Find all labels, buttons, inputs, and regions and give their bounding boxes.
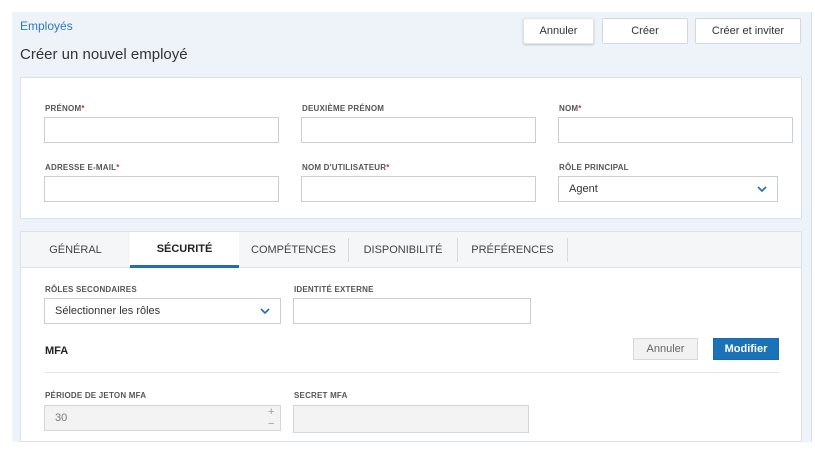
external-identity-label: IDENTITÉ EXTERNE (294, 285, 374, 294)
primary-role-select[interactable]: Agent (558, 176, 778, 202)
mfa-token-period-value: 30 (55, 412, 68, 424)
mfa-token-period-input[interactable]: 30 + − (44, 405, 281, 431)
tab-security[interactable]: SÉCURITÉ (130, 232, 239, 268)
tab-divider (567, 238, 568, 262)
page: Employés Créer un nouvel employé Annuler… (12, 12, 812, 442)
stepper-up-icon[interactable]: + (268, 406, 274, 418)
tab-bar: GÉNÉRAL SÉCURITÉ COMPÉTENCES DISPONIBILI… (21, 232, 801, 268)
username-input[interactable] (301, 176, 536, 202)
page-title: Créer un nouvel employé (20, 46, 188, 63)
middle-name-input[interactable] (301, 117, 536, 143)
secondary-roles-label: RÔLES SECONDAIRES (45, 285, 137, 294)
secondary-roles-select[interactable]: Sélectionner les rôles (44, 298, 281, 324)
mfa-cancel-button[interactable]: Annuler (633, 338, 698, 360)
number-stepper: + − (266, 406, 280, 432)
external-identity-input[interactable] (293, 298, 531, 324)
breadcrumb-employees[interactable]: Employés (20, 19, 73, 33)
mfa-section-title: MFA (45, 345, 69, 357)
secondary-roles-value: Sélectionner les rôles (55, 305, 161, 317)
chevron-down-icon (260, 308, 270, 315)
create-button[interactable]: Créer (602, 18, 688, 44)
cancel-button[interactable]: Annuler (523, 18, 594, 44)
first-name-input[interactable] (44, 117, 279, 143)
primary-role-label: RÔLE PRINCIPAL (559, 163, 629, 172)
mfa-secret-label: SECRET MFA (294, 391, 348, 400)
last-name-label: NOM* (559, 104, 582, 113)
email-label: ADRESSE E-MAIL* (45, 163, 120, 172)
primary-role-value: Agent (569, 183, 598, 195)
tab-skills[interactable]: COMPÉTENCES (239, 232, 348, 267)
first-name-label: PRÉNOM* (45, 104, 85, 113)
tab-availability[interactable]: DISPONIBILITÉ (349, 232, 457, 267)
tab-general[interactable]: GÉNÉRAL (21, 232, 130, 267)
create-and-invite-button[interactable]: Créer et inviter (695, 18, 801, 44)
section-divider (45, 372, 779, 373)
details-card: GÉNÉRAL SÉCURITÉ COMPÉTENCES DISPONIBILI… (20, 231, 802, 442)
last-name-input[interactable] (558, 117, 793, 143)
chevron-down-icon (757, 186, 767, 193)
mfa-token-period-label: PÉRIODE DE JETON MFA (45, 391, 147, 400)
username-label: NOM D'UTILISATEUR* (302, 163, 390, 172)
stepper-down-icon[interactable]: − (268, 418, 274, 430)
email-input[interactable] (44, 176, 279, 202)
employee-identity-card: PRÉNOM* DEUXIÈME PRÉNOM NOM* ADRESSE E-M… (20, 77, 802, 219)
middle-name-label: DEUXIÈME PRÉNOM (302, 104, 385, 113)
mfa-secret-input[interactable] (293, 405, 529, 433)
mfa-edit-button[interactable]: Modifier (713, 338, 779, 360)
tab-preferences[interactable]: PRÉFÉRENCES (458, 232, 567, 267)
